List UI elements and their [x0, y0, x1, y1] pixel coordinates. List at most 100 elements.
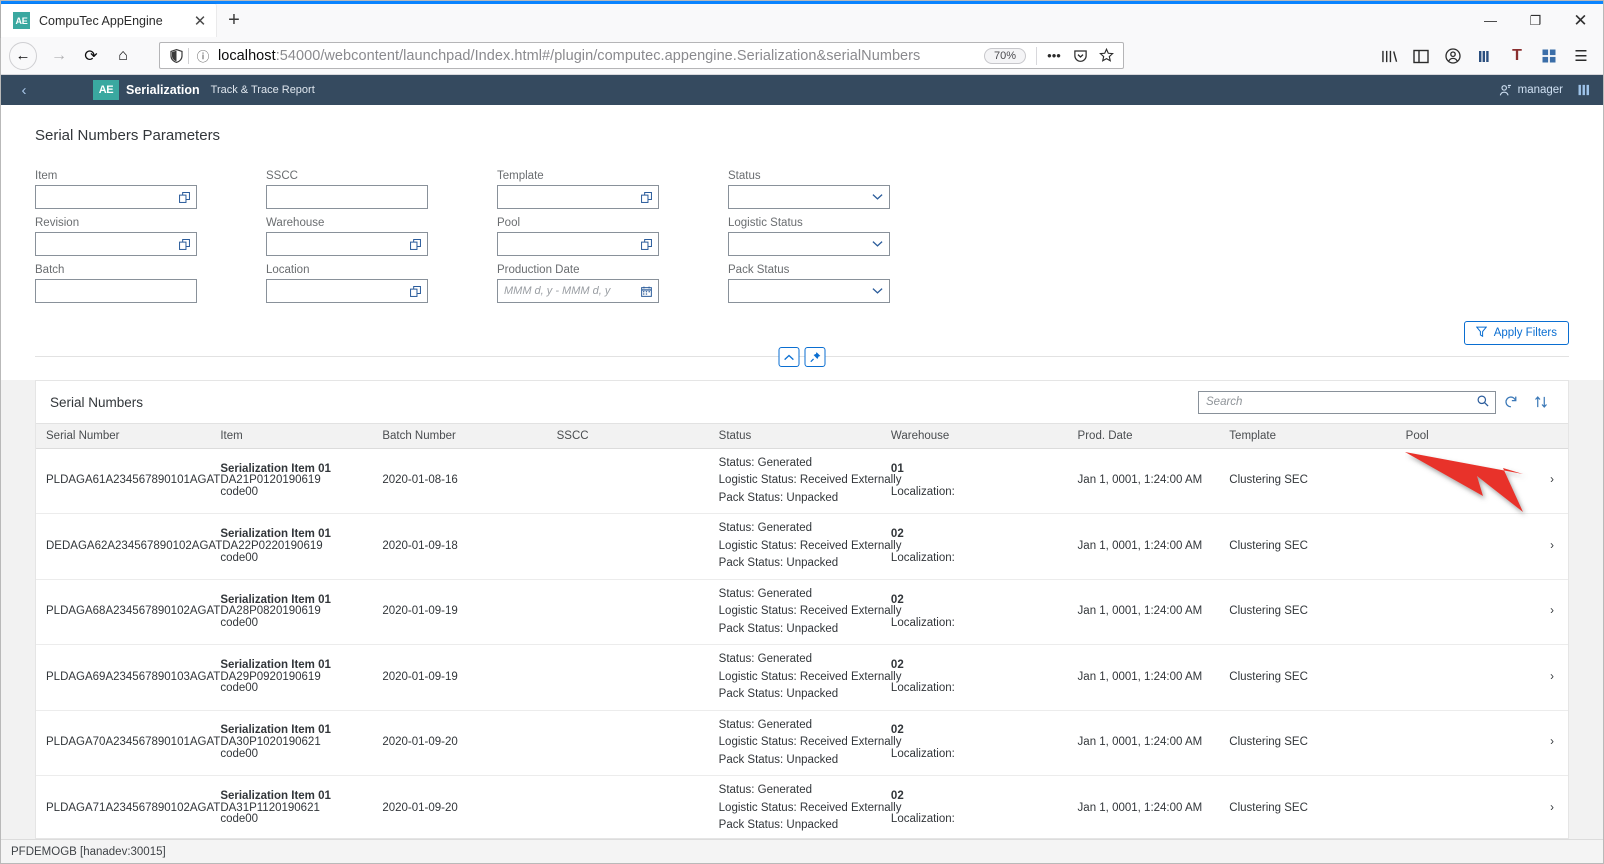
- localization-text: Localization:: [890, 617, 955, 630]
- cell-template: Clustering SEC: [1219, 644, 1396, 711]
- sort-button[interactable]: [1526, 387, 1556, 417]
- value-help-icon[interactable]: [407, 283, 423, 299]
- select-status[interactable]: [728, 185, 890, 209]
- refresh-button[interactable]: [1496, 387, 1526, 417]
- col-batch-number[interactable]: Batch Number: [372, 423, 547, 449]
- calendar-icon[interactable]: [638, 283, 654, 299]
- row-detail-chevron[interactable]: ›: [1531, 579, 1568, 646]
- cell-pool: [1395, 775, 1531, 838]
- search-placeholder: Search: [1206, 396, 1243, 408]
- table-row[interactable]: PLDAGA70A234567890101AGATDA30P1020190621…: [36, 710, 1568, 777]
- new-tab-button[interactable]: +: [216, 4, 252, 37]
- input-warehouse[interactable]: [266, 232, 428, 256]
- row-detail-chevron[interactable]: ›: [1531, 644, 1568, 711]
- item-name: Serialization Item 01: [220, 593, 331, 606]
- table-row[interactable]: DEDAGA62A234567890102AGATDA22P0220190619…: [36, 513, 1568, 580]
- col-item[interactable]: Item: [210, 423, 373, 449]
- maximize-button[interactable]: ❐: [1513, 4, 1558, 37]
- pin-icon: [809, 352, 820, 363]
- back-icon[interactable]: ←: [9, 41, 37, 70]
- cell-pool: [1395, 448, 1531, 515]
- status-text: Status: Generated: [718, 784, 812, 797]
- vertical-tabs-icon[interactable]: [1469, 40, 1501, 72]
- table-scroll-container[interactable]: Serial Number Item Batch Number SSCC Sta…: [36, 423, 1568, 838]
- value-help-icon[interactable]: [638, 189, 654, 205]
- pack-status-text: Pack Status: Unpacked: [718, 622, 839, 635]
- row-detail-chevron[interactable]: ›: [1531, 775, 1568, 838]
- input-template[interactable]: [497, 185, 659, 209]
- search-icon[interactable]: [1475, 395, 1491, 410]
- library-icon[interactable]: [1373, 40, 1405, 72]
- sidebar-icon[interactable]: [1405, 40, 1437, 72]
- close-icon[interactable]: ✕: [190, 11, 210, 31]
- value-help-icon[interactable]: [176, 189, 192, 205]
- value-help-icon[interactable]: [407, 236, 423, 252]
- app-grid-icon[interactable]: [1571, 75, 1597, 105]
- input-location[interactable]: [266, 279, 428, 303]
- app-back-icon[interactable]: ‹: [1, 75, 47, 105]
- table-row[interactable]: PLDAGA61A234567890101AGATDA21P0120190619…: [36, 448, 1568, 515]
- cell-serial-number: PLDAGA69A234567890103AGATDA29P0920190619: [36, 644, 321, 711]
- chevron-down-icon[interactable]: [869, 189, 885, 205]
- cell-warehouse: 02 Localization:: [880, 513, 1068, 580]
- chevron-down-icon[interactable]: [869, 236, 885, 252]
- input-sscc[interactable]: [266, 185, 428, 209]
- panel-divider-row: [1, 347, 1603, 380]
- col-prod-date[interactable]: Prod. Date: [1067, 423, 1220, 449]
- text-icon[interactable]: T: [1501, 40, 1533, 72]
- col-template[interactable]: Template: [1219, 423, 1396, 449]
- row-detail-chevron[interactable]: ›: [1531, 710, 1568, 777]
- user-icon: [1499, 84, 1511, 96]
- localization-text: Localization:: [890, 747, 955, 760]
- table-row[interactable]: PLDAGA69A234567890103AGATDA29P0920190619…: [36, 644, 1568, 711]
- window-close-button[interactable]: ✕: [1558, 4, 1603, 37]
- zoom-level-badge[interactable]: 70%: [983, 47, 1026, 64]
- select-pack-status[interactable]: [728, 279, 890, 303]
- select-logistic-status[interactable]: [728, 232, 890, 256]
- col-pool[interactable]: Pool: [1395, 423, 1531, 449]
- input-pool[interactable]: [497, 232, 659, 256]
- row-detail-chevron[interactable]: ›: [1531, 513, 1568, 580]
- status-text: Status: Generated: [718, 522, 812, 535]
- forward-icon[interactable]: →: [43, 41, 75, 71]
- browser-tab-active[interactable]: AE CompuTec AppEngine ✕: [1, 4, 216, 37]
- item-code: code00: [220, 682, 259, 695]
- cell-prod-date: Jan 1, 0001, 1:24:00 AM: [1067, 775, 1220, 838]
- value-help-icon[interactable]: [176, 236, 192, 252]
- value-help-icon[interactable]: [638, 236, 654, 252]
- menu-icon[interactable]: ☰: [1565, 40, 1597, 72]
- field-label: SSCC: [266, 170, 298, 182]
- pin-panel-button[interactable]: [804, 347, 826, 367]
- extension-icon[interactable]: [1533, 40, 1565, 72]
- col-warehouse[interactable]: Warehouse: [880, 423, 1068, 449]
- col-status[interactable]: Status: [708, 423, 881, 449]
- shield-icon[interactable]: [166, 48, 186, 63]
- account-icon[interactable]: [1437, 40, 1469, 72]
- col-serial-number[interactable]: Serial Number: [36, 423, 211, 449]
- cell-sscc: [546, 448, 709, 515]
- chevron-down-icon[interactable]: [869, 283, 885, 299]
- user-menu[interactable]: manager: [1491, 84, 1571, 97]
- page-info-icon[interactable]: ⓘ: [194, 46, 212, 65]
- input-batch[interactable]: [35, 279, 197, 303]
- input-revision[interactable]: [35, 232, 197, 256]
- input-production-date[interactable]: MMM d, y - MMM d, y: [497, 279, 659, 303]
- pocket-icon[interactable]: [1067, 44, 1093, 68]
- cell-status: Status: Generated Logistic Status: Receiv…: [708, 579, 901, 646]
- pack-status-text: Pack Status: Unpacked: [718, 753, 839, 766]
- home-icon[interactable]: ⌂: [107, 41, 139, 71]
- table-row[interactable]: PLDAGA71A234567890102AGATDA31P1120190621…: [36, 775, 1568, 838]
- minimize-button[interactable]: —: [1468, 4, 1513, 37]
- page-actions-menu-icon[interactable]: •••: [1041, 44, 1067, 68]
- star-icon[interactable]: [1093, 44, 1119, 68]
- col-sscc[interactable]: SSCC: [546, 423, 709, 449]
- row-detail-chevron[interactable]: ›: [1531, 448, 1568, 515]
- input-item[interactable]: [35, 185, 197, 209]
- apply-filters-button[interactable]: Apply Filters: [1463, 321, 1569, 345]
- table-row[interactable]: PLDAGA68A234567890102AGATDA28P0820190619…: [36, 579, 1568, 646]
- collapse-panel-button[interactable]: [778, 347, 800, 367]
- url-text: localhost:54000/webcontent/launchpad/Ind…: [218, 48, 984, 64]
- search-input[interactable]: Search: [1198, 390, 1496, 414]
- url-bar[interactable]: ⓘ localhost:54000/webcontent/launchpad/I…: [159, 42, 1124, 69]
- reload-icon[interactable]: ⟳: [75, 41, 107, 71]
